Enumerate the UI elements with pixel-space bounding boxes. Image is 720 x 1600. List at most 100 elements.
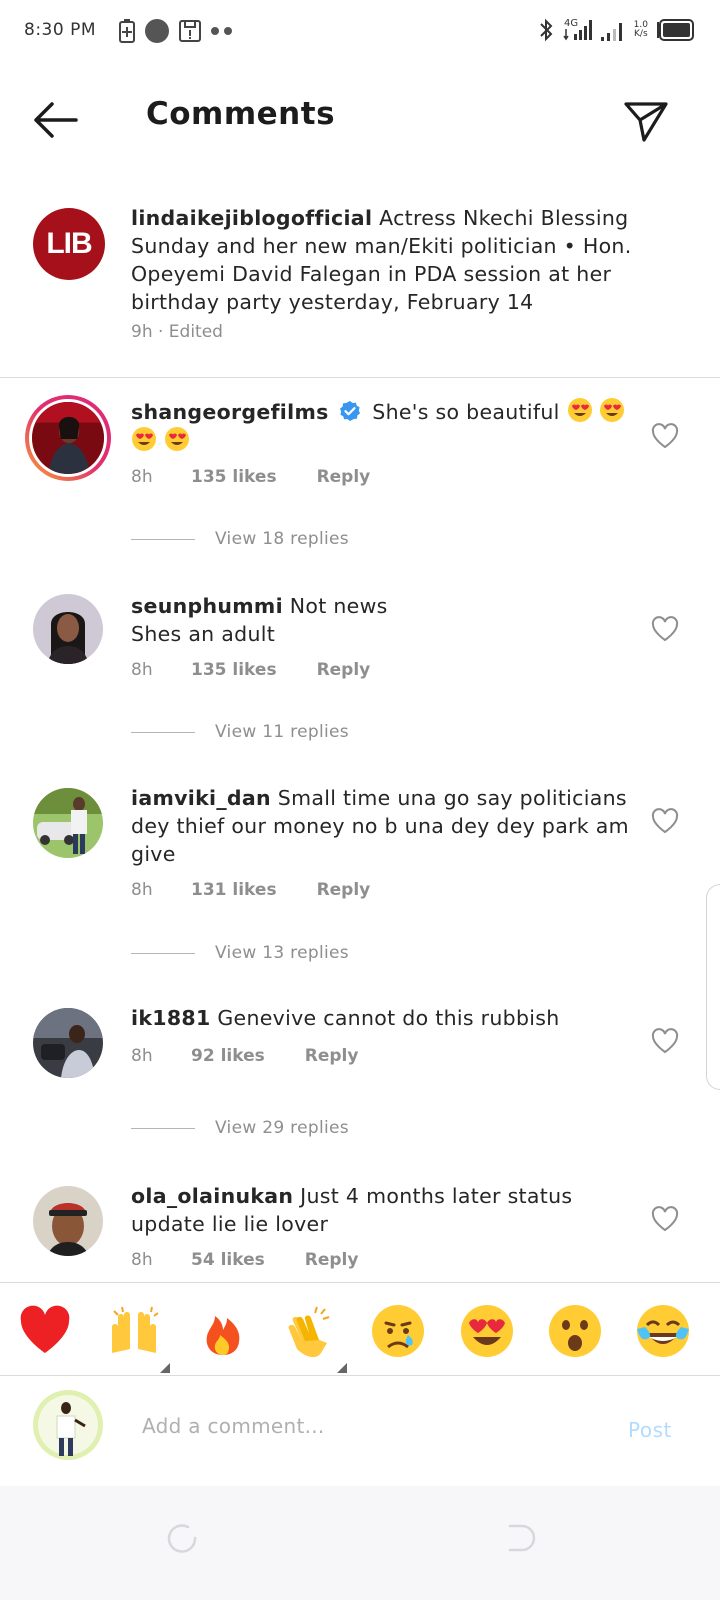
comment-likes[interactable]: 135 likes xyxy=(191,660,277,680)
avatar-photo-icon xyxy=(33,1186,103,1256)
view-replies-button[interactable]: View 11 replies xyxy=(131,722,349,742)
reply-button[interactable]: Reply xyxy=(317,467,371,487)
raised-hands-emoji-icon xyxy=(112,1306,159,1353)
view-replies-button[interactable]: View 29 replies xyxy=(131,1118,349,1138)
commenter-avatar[interactable] xyxy=(33,594,103,664)
comment-text-line2: Shes an adult xyxy=(131,622,276,646)
comment-text-block: iamviki_dan Small time una go say politi… xyxy=(131,784,631,868)
reply-button[interactable]: Reply xyxy=(305,1250,359,1270)
comment-likes[interactable]: 135 likes xyxy=(191,467,277,487)
comment-text-block: ik1881 Genevive cannot do this rubbish xyxy=(131,1004,631,1032)
like-heart-icon[interactable] xyxy=(650,1026,680,1056)
view-replies-label: View 11 replies xyxy=(215,722,349,742)
view-replies-button[interactable]: View 13 replies xyxy=(131,943,349,963)
comment-username[interactable]: ik1881 xyxy=(131,1006,211,1030)
back-nav-icon[interactable] xyxy=(506,1522,538,1554)
variant-indicator xyxy=(160,1363,170,1373)
reply-button[interactable]: Reply xyxy=(317,880,371,900)
comment-text-block: shangeorgefilms She's so beautiful xyxy=(131,397,631,455)
avatar-photo-icon xyxy=(32,402,104,474)
comment-username[interactable]: seunphummi xyxy=(131,594,283,618)
system-navigation-bar xyxy=(0,1486,720,1600)
signal-weak-icon xyxy=(600,23,622,41)
comment-text-block: ola_olainukan Just 4 months later status… xyxy=(131,1182,631,1238)
page-title: Comments xyxy=(146,96,336,132)
comment-username[interactable]: ola_olainukan xyxy=(131,1184,293,1208)
crying-face-emoji-icon[interactable] xyxy=(370,1303,426,1359)
replies-divider-line xyxy=(131,952,195,954)
replies-divider-line xyxy=(131,538,195,540)
caption-username[interactable]: lindaikejiblogofficial xyxy=(131,206,372,230)
caption-text-block: lindaikejiblogofficial Actress Nkechi Bl… xyxy=(131,204,651,316)
share-send-icon[interactable] xyxy=(622,96,670,144)
like-heart-icon[interactable] xyxy=(650,806,680,836)
comment-username[interactable]: shangeorgefilms xyxy=(131,400,329,424)
comment-meta: 8h 92 likes Reply xyxy=(131,1046,358,1066)
like-heart-icon[interactable] xyxy=(650,1204,680,1234)
comment-time: 8h xyxy=(131,467,153,487)
view-replies-label: View 13 replies xyxy=(215,943,349,963)
comment-text: Not news xyxy=(289,594,388,618)
replies-divider-line xyxy=(131,731,195,733)
comment-likes[interactable]: 92 likes xyxy=(191,1046,265,1066)
bluetooth-icon xyxy=(539,18,553,42)
view-replies-button[interactable]: View 18 replies xyxy=(131,529,349,549)
comment-meta: 8h 135 likes Reply xyxy=(131,467,370,487)
emoji-quick-bar xyxy=(0,1282,720,1376)
network-type-text: 4G xyxy=(564,18,578,29)
poster-avatar[interactable]: LIB xyxy=(33,208,105,280)
comment-meta: 8h 131 likes Reply xyxy=(131,880,370,900)
raised-hands-emoji-button[interactable] xyxy=(106,1303,170,1373)
comment-meta: 8h 54 likes Reply xyxy=(131,1250,358,1270)
commenter-avatar[interactable] xyxy=(33,1008,103,1078)
reply-button[interactable]: Reply xyxy=(305,1046,359,1066)
comment-meta: 8h 135 likes Reply xyxy=(131,660,370,680)
heart-eyes-emoji-icon xyxy=(164,427,189,451)
commenter-avatar[interactable] xyxy=(33,1186,103,1256)
comment-likes[interactable]: 54 likes xyxy=(191,1250,265,1270)
network-speed: 1.0 K/s xyxy=(634,21,648,39)
record-dot-icon xyxy=(145,19,169,43)
commenter-avatar[interactable] xyxy=(25,395,111,481)
status-time: 8:30 PM xyxy=(24,20,96,40)
comments-header: Comments xyxy=(0,80,720,160)
sim-card-icon xyxy=(119,19,135,43)
comment-likes[interactable]: 131 likes xyxy=(191,880,277,900)
comment-composer: Post xyxy=(0,1376,720,1486)
tears-of-joy-face-emoji-icon[interactable] xyxy=(635,1303,691,1359)
comment-time: 8h xyxy=(131,660,153,680)
replies-divider-line xyxy=(131,1127,195,1129)
heart-eyes-emoji-icon xyxy=(567,398,592,422)
like-heart-icon[interactable] xyxy=(650,421,680,451)
fire-emoji-icon[interactable] xyxy=(195,1303,251,1359)
speed-unit: K/s xyxy=(634,29,648,39)
home-nav-icon[interactable] xyxy=(166,1522,198,1554)
comment-time: 8h xyxy=(131,1046,153,1066)
current-user-avatar[interactable] xyxy=(33,1390,103,1460)
comment-text: Genevive cannot do this rubbish xyxy=(217,1006,560,1030)
avatar-photo-icon xyxy=(33,1008,103,1078)
comment-text-block: seunphummi Not news Shes an adult xyxy=(131,592,631,648)
reply-button[interactable]: Reply xyxy=(317,660,371,680)
comment-time: 8h xyxy=(131,1250,153,1270)
post-button[interactable]: Post xyxy=(628,1418,672,1442)
like-heart-icon[interactable] xyxy=(650,614,680,644)
surprised-face-emoji-icon[interactable] xyxy=(547,1303,603,1359)
battery-icon xyxy=(657,19,694,41)
comment-username[interactable]: iamviki_dan xyxy=(131,786,271,810)
post-caption: LIB lindaikejiblogofficial Actress Nkech… xyxy=(0,200,720,378)
comment-time: 8h xyxy=(131,880,153,900)
back-arrow-icon[interactable] xyxy=(30,98,82,142)
commenter-avatar[interactable] xyxy=(33,788,103,858)
avatar-photo-icon xyxy=(33,1390,103,1460)
caption-meta: 9h · Edited xyxy=(131,322,223,342)
clapping-hands-emoji-button[interactable] xyxy=(283,1303,347,1373)
heart-eyes-face-emoji-icon[interactable] xyxy=(459,1303,515,1359)
heart-eyes-emoji-icon xyxy=(132,427,156,451)
comment-input[interactable] xyxy=(142,1406,582,1446)
red-heart-emoji-icon[interactable] xyxy=(17,1303,73,1359)
clapping-hands-emoji-icon xyxy=(288,1306,330,1358)
status-bar: 8:30 PM 4G 1.0 K/s xyxy=(0,0,720,64)
side-panel-handle[interactable] xyxy=(706,884,720,1090)
heart-eyes-emoji-icon xyxy=(600,398,625,422)
